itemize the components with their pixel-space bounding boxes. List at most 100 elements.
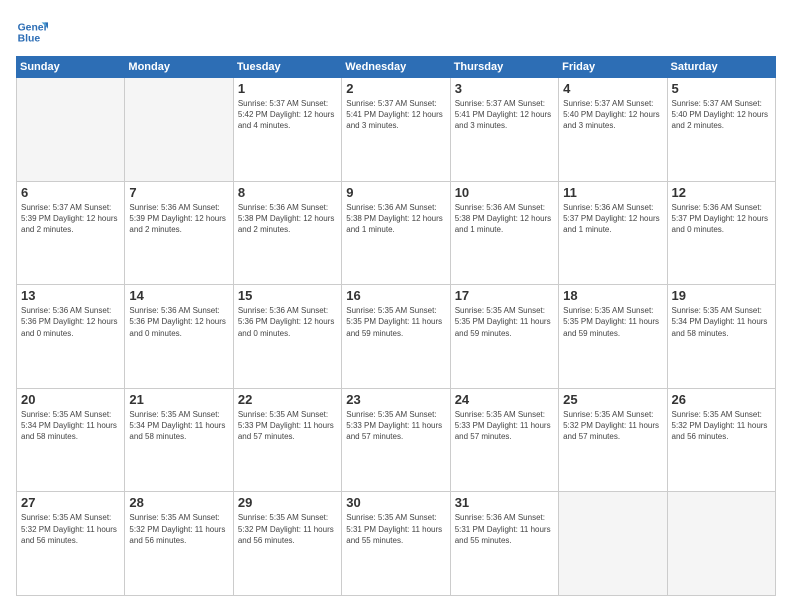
calendar-cell: 25 Sunrise: 5:35 AM Sunset: 5:32 PM Dayli… [559, 388, 667, 492]
calendar-cell: 6 Sunrise: 5:37 AM Sunset: 5:39 PM Daylig… [17, 181, 125, 285]
day-number: 15 [238, 288, 337, 303]
day-number: 25 [563, 392, 662, 407]
calendar-cell: 16 Sunrise: 5:35 AM Sunset: 5:35 PM Dayli… [342, 285, 450, 389]
day-number: 27 [21, 495, 120, 510]
calendar-cell: 8 Sunrise: 5:36 AM Sunset: 5:38 PM Daylig… [233, 181, 341, 285]
day-number: 2 [346, 81, 445, 96]
day-number: 29 [238, 495, 337, 510]
day-number: 28 [129, 495, 228, 510]
day-number: 23 [346, 392, 445, 407]
day-info: Sunrise: 5:35 AM Sunset: 5:34 PM Dayligh… [672, 305, 771, 339]
day-number: 11 [563, 185, 662, 200]
day-number: 13 [21, 288, 120, 303]
day-info: Sunrise: 5:37 AM Sunset: 5:39 PM Dayligh… [21, 202, 120, 236]
calendar-cell: 9 Sunrise: 5:36 AM Sunset: 5:38 PM Daylig… [342, 181, 450, 285]
day-number: 6 [21, 185, 120, 200]
day-number: 16 [346, 288, 445, 303]
col-header-friday: Friday [559, 57, 667, 78]
calendar-cell: 28 Sunrise: 5:35 AM Sunset: 5:32 PM Dayli… [125, 492, 233, 596]
day-info: Sunrise: 5:37 AM Sunset: 5:41 PM Dayligh… [346, 98, 445, 132]
day-number: 12 [672, 185, 771, 200]
day-number: 19 [672, 288, 771, 303]
day-info: Sunrise: 5:35 AM Sunset: 5:32 PM Dayligh… [672, 409, 771, 443]
day-info: Sunrise: 5:35 AM Sunset: 5:33 PM Dayligh… [455, 409, 554, 443]
day-info: Sunrise: 5:35 AM Sunset: 5:33 PM Dayligh… [238, 409, 337, 443]
calendar-cell: 22 Sunrise: 5:35 AM Sunset: 5:33 PM Dayli… [233, 388, 341, 492]
day-info: Sunrise: 5:37 AM Sunset: 5:40 PM Dayligh… [563, 98, 662, 132]
day-number: 5 [672, 81, 771, 96]
day-info: Sunrise: 5:37 AM Sunset: 5:42 PM Dayligh… [238, 98, 337, 132]
day-info: Sunrise: 5:36 AM Sunset: 5:36 PM Dayligh… [238, 305, 337, 339]
day-number: 31 [455, 495, 554, 510]
day-number: 3 [455, 81, 554, 96]
calendar-cell: 21 Sunrise: 5:35 AM Sunset: 5:34 PM Dayli… [125, 388, 233, 492]
calendar-cell: 19 Sunrise: 5:35 AM Sunset: 5:34 PM Dayli… [667, 285, 775, 389]
calendar-cell: 14Sunrise: 5:36 AM Sunset: 5:36 PM Dayli… [125, 285, 233, 389]
calendar-cell [125, 78, 233, 182]
calendar-cell: 15 Sunrise: 5:36 AM Sunset: 5:36 PM Dayli… [233, 285, 341, 389]
calendar-cell: 24 Sunrise: 5:35 AM Sunset: 5:33 PM Dayli… [450, 388, 558, 492]
calendar-cell: 30 Sunrise: 5:35 AM Sunset: 5:31 PM Dayli… [342, 492, 450, 596]
day-number: 10 [455, 185, 554, 200]
day-info: Sunrise: 5:35 AM Sunset: 5:32 PM Dayligh… [563, 409, 662, 443]
calendar-cell: 29 Sunrise: 5:35 AM Sunset: 5:32 PM Dayli… [233, 492, 341, 596]
general-blue-icon: General Blue [16, 16, 48, 48]
day-info: Sunrise: 5:36 AM Sunset: 5:36 PM Dayligh… [129, 305, 228, 339]
day-number: 20 [21, 392, 120, 407]
calendar-cell [559, 492, 667, 596]
day-number: 22 [238, 392, 337, 407]
day-info: Sunrise: 5:36 AM Sunset: 5:39 PM Dayligh… [129, 202, 228, 236]
calendar-cell: 12 Sunrise: 5:36 AM Sunset: 5:37 PM Dayli… [667, 181, 775, 285]
calendar-cell: 18 Sunrise: 5:35 AM Sunset: 5:35 PM Dayli… [559, 285, 667, 389]
day-info: Sunrise: 5:35 AM Sunset: 5:32 PM Dayligh… [21, 512, 120, 546]
day-number: 30 [346, 495, 445, 510]
day-number: 21 [129, 392, 228, 407]
day-info: Sunrise: 5:35 AM Sunset: 5:35 PM Dayligh… [346, 305, 445, 339]
calendar-cell [667, 492, 775, 596]
day-number: 24 [455, 392, 554, 407]
calendar-cell: 23 Sunrise: 5:35 AM Sunset: 5:33 PM Dayli… [342, 388, 450, 492]
day-number: 26 [672, 392, 771, 407]
calendar-cell: 27 Sunrise: 5:35 AM Sunset: 5:32 PM Dayli… [17, 492, 125, 596]
day-info: Sunrise: 5:35 AM Sunset: 5:35 PM Dayligh… [563, 305, 662, 339]
col-header-wednesday: Wednesday [342, 57, 450, 78]
calendar-cell: 5 Sunrise: 5:37 AM Sunset: 5:40 PM Daylig… [667, 78, 775, 182]
day-info: Sunrise: 5:35 AM Sunset: 5:34 PM Dayligh… [129, 409, 228, 443]
calendar-cell: 26 Sunrise: 5:35 AM Sunset: 5:32 PM Dayli… [667, 388, 775, 492]
col-header-tuesday: Tuesday [233, 57, 341, 78]
calendar-cell: 2 Sunrise: 5:37 AM Sunset: 5:41 PM Daylig… [342, 78, 450, 182]
day-number: 4 [563, 81, 662, 96]
calendar-cell [17, 78, 125, 182]
day-number: 7 [129, 185, 228, 200]
day-info: Sunrise: 5:36 AM Sunset: 5:36 PM Dayligh… [21, 305, 120, 339]
col-header-monday: Monday [125, 57, 233, 78]
logo: General Blue [16, 16, 48, 48]
col-header-saturday: Saturday [667, 57, 775, 78]
calendar-cell: 10 Sunrise: 5:36 AM Sunset: 5:38 PM Dayli… [450, 181, 558, 285]
calendar-cell: 3Sunrise: 5:37 AM Sunset: 5:41 PM Daylig… [450, 78, 558, 182]
day-info: Sunrise: 5:35 AM Sunset: 5:31 PM Dayligh… [346, 512, 445, 546]
day-info: Sunrise: 5:35 AM Sunset: 5:32 PM Dayligh… [238, 512, 337, 546]
day-info: Sunrise: 5:37 AM Sunset: 5:40 PM Dayligh… [672, 98, 771, 132]
day-info: Sunrise: 5:35 AM Sunset: 5:33 PM Dayligh… [346, 409, 445, 443]
day-number: 8 [238, 185, 337, 200]
calendar-cell: 4 Sunrise: 5:37 AM Sunset: 5:40 PM Daylig… [559, 78, 667, 182]
day-number: 18 [563, 288, 662, 303]
calendar-cell: 11 Sunrise: 5:36 AM Sunset: 5:37 PM Dayli… [559, 181, 667, 285]
calendar-table: SundayMondayTuesdayWednesdayThursdayFrid… [16, 56, 776, 596]
day-number: 17 [455, 288, 554, 303]
day-number: 1 [238, 81, 337, 96]
day-number: 9 [346, 185, 445, 200]
day-info: Sunrise: 5:35 AM Sunset: 5:35 PM Dayligh… [455, 305, 554, 339]
day-info: Sunrise: 5:36 AM Sunset: 5:37 PM Dayligh… [563, 202, 662, 236]
day-info: Sunrise: 5:36 AM Sunset: 5:38 PM Dayligh… [455, 202, 554, 236]
svg-text:Blue: Blue [18, 34, 41, 45]
day-info: Sunrise: 5:35 AM Sunset: 5:32 PM Dayligh… [129, 512, 228, 546]
day-info: Sunrise: 5:36 AM Sunset: 5:38 PM Dayligh… [346, 202, 445, 236]
calendar-cell: 31Sunrise: 5:36 AM Sunset: 5:31 PM Dayli… [450, 492, 558, 596]
day-info: Sunrise: 5:36 AM Sunset: 5:38 PM Dayligh… [238, 202, 337, 236]
col-header-thursday: Thursday [450, 57, 558, 78]
day-info: Sunrise: 5:36 AM Sunset: 5:37 PM Dayligh… [672, 202, 771, 236]
calendar-cell: 20 Sunrise: 5:35 AM Sunset: 5:34 PM Dayli… [17, 388, 125, 492]
day-info: Sunrise: 5:35 AM Sunset: 5:34 PM Dayligh… [21, 409, 120, 443]
